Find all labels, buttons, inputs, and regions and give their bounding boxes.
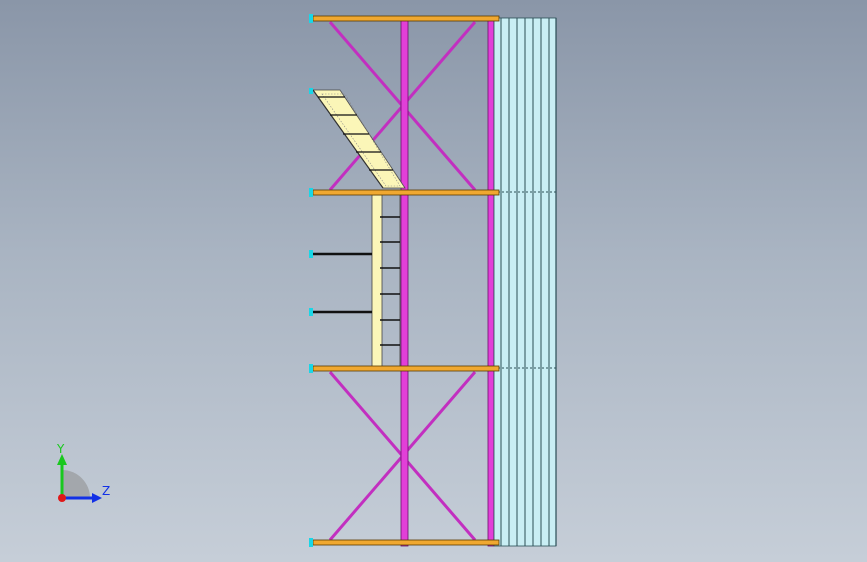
beam-level-4 xyxy=(312,539,500,546)
inclined-stair[interactable] xyxy=(312,89,406,189)
beam-level-2 xyxy=(312,189,500,196)
structure-model[interactable] xyxy=(0,0,867,562)
z-axis-arrow-icon xyxy=(92,493,102,503)
edge-column[interactable] xyxy=(487,17,495,547)
central-column[interactable] xyxy=(400,17,409,547)
ladder-brackets xyxy=(313,252,372,314)
y-axis-label: Y xyxy=(56,442,65,456)
wall-cladding[interactable] xyxy=(493,17,557,547)
origin-dot-icon xyxy=(58,494,66,502)
coordinate-triad: Y Z xyxy=(56,442,110,503)
z-axis-label: Z xyxy=(102,484,110,498)
beam-level-1 xyxy=(312,15,500,22)
cad-3d-viewport[interactable]: Y Z xyxy=(0,0,867,562)
vertical-ladder[interactable] xyxy=(371,194,401,370)
endpoint-markers xyxy=(309,14,313,547)
beam-level-3 xyxy=(312,365,500,372)
